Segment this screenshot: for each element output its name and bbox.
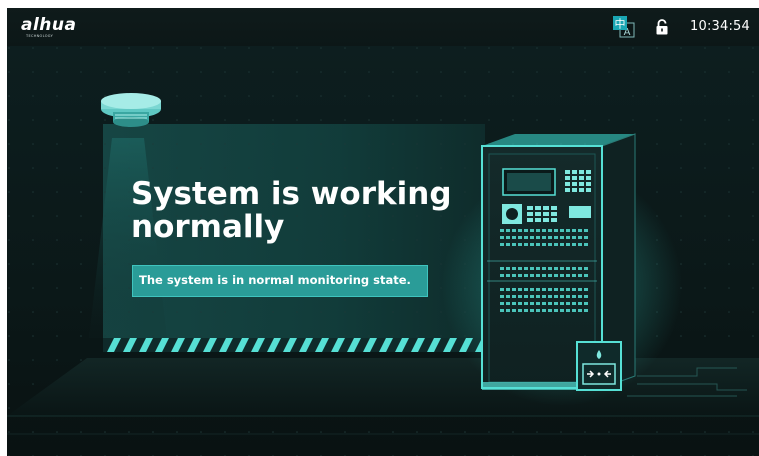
status-illustration: [7, 46, 759, 456]
brand-logo: alhua: [21, 17, 76, 34]
language-glyph: 中: [615, 18, 626, 31]
brand-name: alhua: [21, 15, 77, 35]
status-message: The system is in normal monitoring state…: [139, 273, 411, 287]
lock-icon[interactable]: [655, 19, 669, 35]
top-bar: alhua TECHNOLOGY A 中 10:34:54: [7, 8, 759, 46]
hazard-stripe: [103, 338, 489, 352]
manual-call-point-icon: [576, 341, 622, 391]
status-title: System is working normally: [131, 178, 471, 244]
kiosk-screen: alhua TECHNOLOGY A 中 10:34:54 System is …: [7, 8, 759, 456]
status-title-line2: normally: [131, 209, 285, 245]
clock: 10:34:54: [690, 19, 750, 34]
status-title-line1: System is working: [131, 176, 452, 212]
brand-tagline: TECHNOLOGY: [26, 34, 54, 38]
language-switch-icon[interactable]: A 中: [613, 16, 635, 38]
